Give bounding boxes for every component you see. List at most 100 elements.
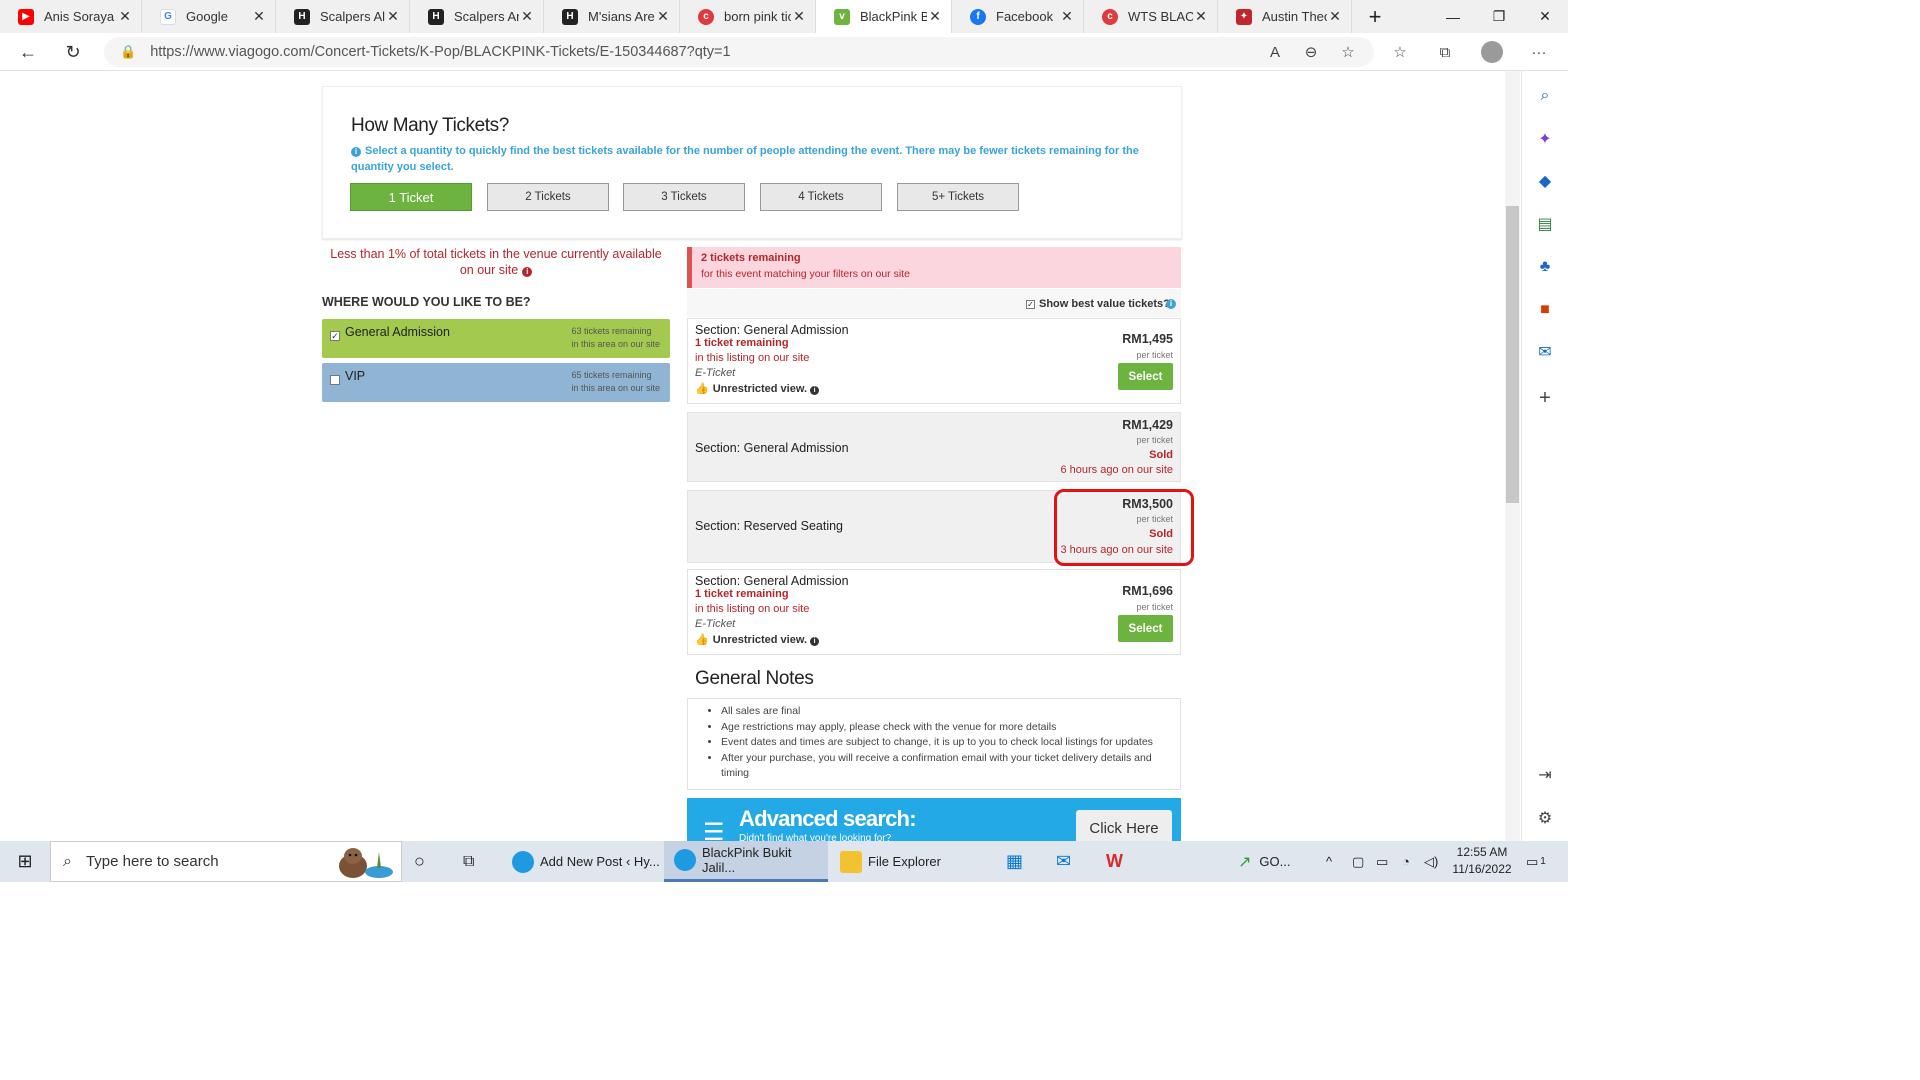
mail-icon[interactable]: ✉	[1056, 841, 1071, 882]
area-vip[interactable]: VIP 65 tickets remaining in this area on …	[322, 363, 670, 402]
address-bar-row: ← ↻ 🔒 https://www.viagogo.com/Concert-Ti…	[0, 33, 1568, 71]
restore-button[interactable]: ❐	[1476, 0, 1522, 33]
close-icon[interactable]: ✕	[1327, 8, 1343, 25]
youtube-icon: ▶	[18, 8, 34, 25]
add-icon[interactable]: +	[1534, 387, 1556, 409]
taskbar-search[interactable]: ⌕ Type here to search	[50, 841, 402, 882]
info-icon: i	[810, 637, 820, 646]
address-bar[interactable]: 🔒 https://www.viagogo.com/Concert-Ticket…	[104, 37, 1374, 67]
qty-3-button[interactable]: 3 Tickets	[623, 183, 745, 211]
tab-austin[interactable]: ✦ Austin Theo ✕	[1218, 0, 1352, 33]
tab-youtube[interactable]: ▶ Anis Soraya ✕	[0, 0, 142, 33]
close-icon[interactable]: ✕	[385, 8, 401, 25]
close-icon[interactable]: ✕	[1193, 8, 1209, 25]
select-button[interactable]: Select	[1118, 615, 1173, 642]
edge-sidebar: ⌕ ✦ ◆ ▤ ♣ ■ ✉ + ⇥ ⚙	[1521, 71, 1568, 841]
add-favorite-icon[interactable]: ☆	[1334, 38, 1362, 66]
taskbar-app-file-explorer[interactable]: File Explorer	[830, 841, 990, 882]
store-icon[interactable]: ▦	[1006, 841, 1023, 882]
tab-facebook[interactable]: f Facebook ✕	[952, 0, 1084, 33]
games-icon[interactable]: ♣	[1534, 256, 1556, 278]
red-highlight-box	[1054, 489, 1194, 566]
tab-scalpers-2[interactable]: H Scalpers Are ✕	[410, 0, 544, 33]
minimize-button[interactable]: —	[1430, 0, 1476, 33]
stock-chart-icon: ↗	[1238, 853, 1252, 871]
availability-note: Less than 1% of total tickets in the ven…	[330, 247, 662, 277]
where-heading: WHERE WOULD YOU LIKE TO BE?	[322, 295, 531, 309]
battery-icon[interactable]: ▭	[1376, 841, 1388, 882]
best-value-row: ✓ Show best value tickets? i	[687, 289, 1181, 317]
sidebar-toggle-icon[interactable]: ⇥	[1534, 764, 1556, 786]
page-content: How Many Tickets? i Select a quantity to …	[0, 71, 1505, 841]
best-value-checkbox[interactable]: ✓	[1026, 300, 1035, 309]
shopping-icon[interactable]: ◆	[1534, 170, 1556, 192]
stock-widget[interactable]: ↗ GO...	[1238, 841, 1290, 882]
close-icon[interactable]: ✕	[927, 8, 943, 25]
click-here-button[interactable]: Click Here	[1076, 810, 1172, 841]
collections-icon[interactable]: ⧉	[1431, 38, 1459, 66]
lock-icon: 🔒	[120, 44, 137, 59]
thumbs-up-icon: 👍	[695, 383, 709, 395]
back-button[interactable]: ←	[14, 39, 42, 65]
volume-icon[interactable]: ◁)	[1424, 841, 1438, 882]
bird-icon: ✦	[1236, 8, 1252, 25]
close-icon[interactable]: ✕	[519, 8, 535, 25]
search-icon[interactable]: ⌕	[1534, 85, 1556, 107]
list-item: Age restrictions may apply, please check…	[721, 720, 1170, 736]
list-item: Event dates and times are subject to cha…	[721, 735, 1170, 751]
window-close-button[interactable]: ✕	[1522, 0, 1568, 33]
tab-blackpink[interactable]: v BlackPink Bu ✕	[816, 0, 952, 33]
select-button[interactable]: Select	[1118, 363, 1173, 390]
refresh-button[interactable]: ↻	[59, 39, 87, 65]
tools-icon[interactable]: ▤	[1534, 213, 1556, 235]
task-view-icon[interactable]: ⧉	[463, 841, 474, 882]
notification-icon[interactable]: ▭ 1	[1526, 841, 1546, 882]
scrollbar-thumb[interactable]	[1506, 206, 1519, 503]
favorites-icon[interactable]: ☆	[1386, 38, 1414, 66]
zoom-icon[interactable]: ⊖	[1297, 38, 1325, 66]
folder-icon	[840, 850, 862, 873]
read-aloud-icon[interactable]: A	[1261, 38, 1289, 66]
outlook-icon[interactable]: ✉	[1534, 341, 1556, 363]
close-icon[interactable]: ✕	[1059, 8, 1075, 25]
tab-msians[interactable]: H M'sians Are ✕	[544, 0, 680, 33]
device-icon[interactable]: ▢	[1352, 841, 1364, 882]
taskbar: ⊞ ⌕ Type here to search ○ ⧉ Add New Post…	[0, 841, 1568, 882]
more-menu-icon[interactable]: ···	[1525, 38, 1553, 66]
close-icon[interactable]: ✕	[791, 8, 807, 25]
taskbar-app-edge-blackpink[interactable]: BlackPink Bukit Jalil...	[664, 841, 828, 882]
cortana-icon[interactable]: ○	[414, 841, 425, 882]
wps-icon[interactable]: W	[1106, 841, 1123, 882]
close-icon[interactable]: ✕	[251, 8, 267, 25]
area-checkbox[interactable]: ✓	[330, 331, 340, 341]
tab-born-pink[interactable]: c born pink tic ✕	[680, 0, 816, 33]
carousell-icon: c	[698, 8, 714, 25]
tab-scalpers-1[interactable]: H Scalpers Alre ✕	[276, 0, 410, 33]
qty-2-button[interactable]: 2 Tickets	[487, 183, 609, 211]
gear-icon[interactable]: ⚙	[1534, 807, 1556, 829]
info-icon[interactable]: i	[1166, 299, 1176, 309]
taskbar-app-edge-post[interactable]: Add New Post ‹ Hy...	[502, 841, 662, 882]
area-general-admission[interactable]: ✓ General Admission 63 tickets remaining…	[322, 319, 670, 358]
qty-5plus-button[interactable]: 5+ Tickets	[897, 183, 1019, 211]
close-icon[interactable]: ✕	[117, 8, 133, 25]
quantity-card: How Many Tickets? i Select a quantity to …	[322, 86, 1182, 239]
discover-icon[interactable]: ✦	[1534, 128, 1556, 150]
tab-wts-blackpink[interactable]: c WTS BLACKP ✕	[1084, 0, 1218, 33]
new-tab-button[interactable]: +	[1352, 0, 1398, 33]
profile-avatar[interactable]	[1478, 38, 1506, 66]
close-icon[interactable]: ✕	[655, 8, 671, 25]
area-checkbox[interactable]	[330, 375, 340, 385]
wifi-icon[interactable]: ◔	[1402, 841, 1410, 882]
chevron-up-icon[interactable]: ^	[1326, 841, 1332, 882]
hype-icon: H	[294, 8, 310, 25]
office-icon[interactable]: ■	[1534, 299, 1556, 321]
general-notes-title: General Notes	[695, 668, 814, 689]
tab-google[interactable]: G Google ✕	[142, 0, 276, 33]
info-icon[interactable]: i	[522, 267, 533, 277]
google-icon: G	[160, 8, 176, 25]
qty-1-button[interactable]: 1 Ticket	[350, 183, 472, 211]
taskbar-clock[interactable]: 12:55 AM 11/16/2022	[1447, 844, 1517, 878]
windows-start-icon[interactable]: ⊞	[0, 841, 50, 882]
qty-4-button[interactable]: 4 Tickets	[760, 183, 882, 211]
